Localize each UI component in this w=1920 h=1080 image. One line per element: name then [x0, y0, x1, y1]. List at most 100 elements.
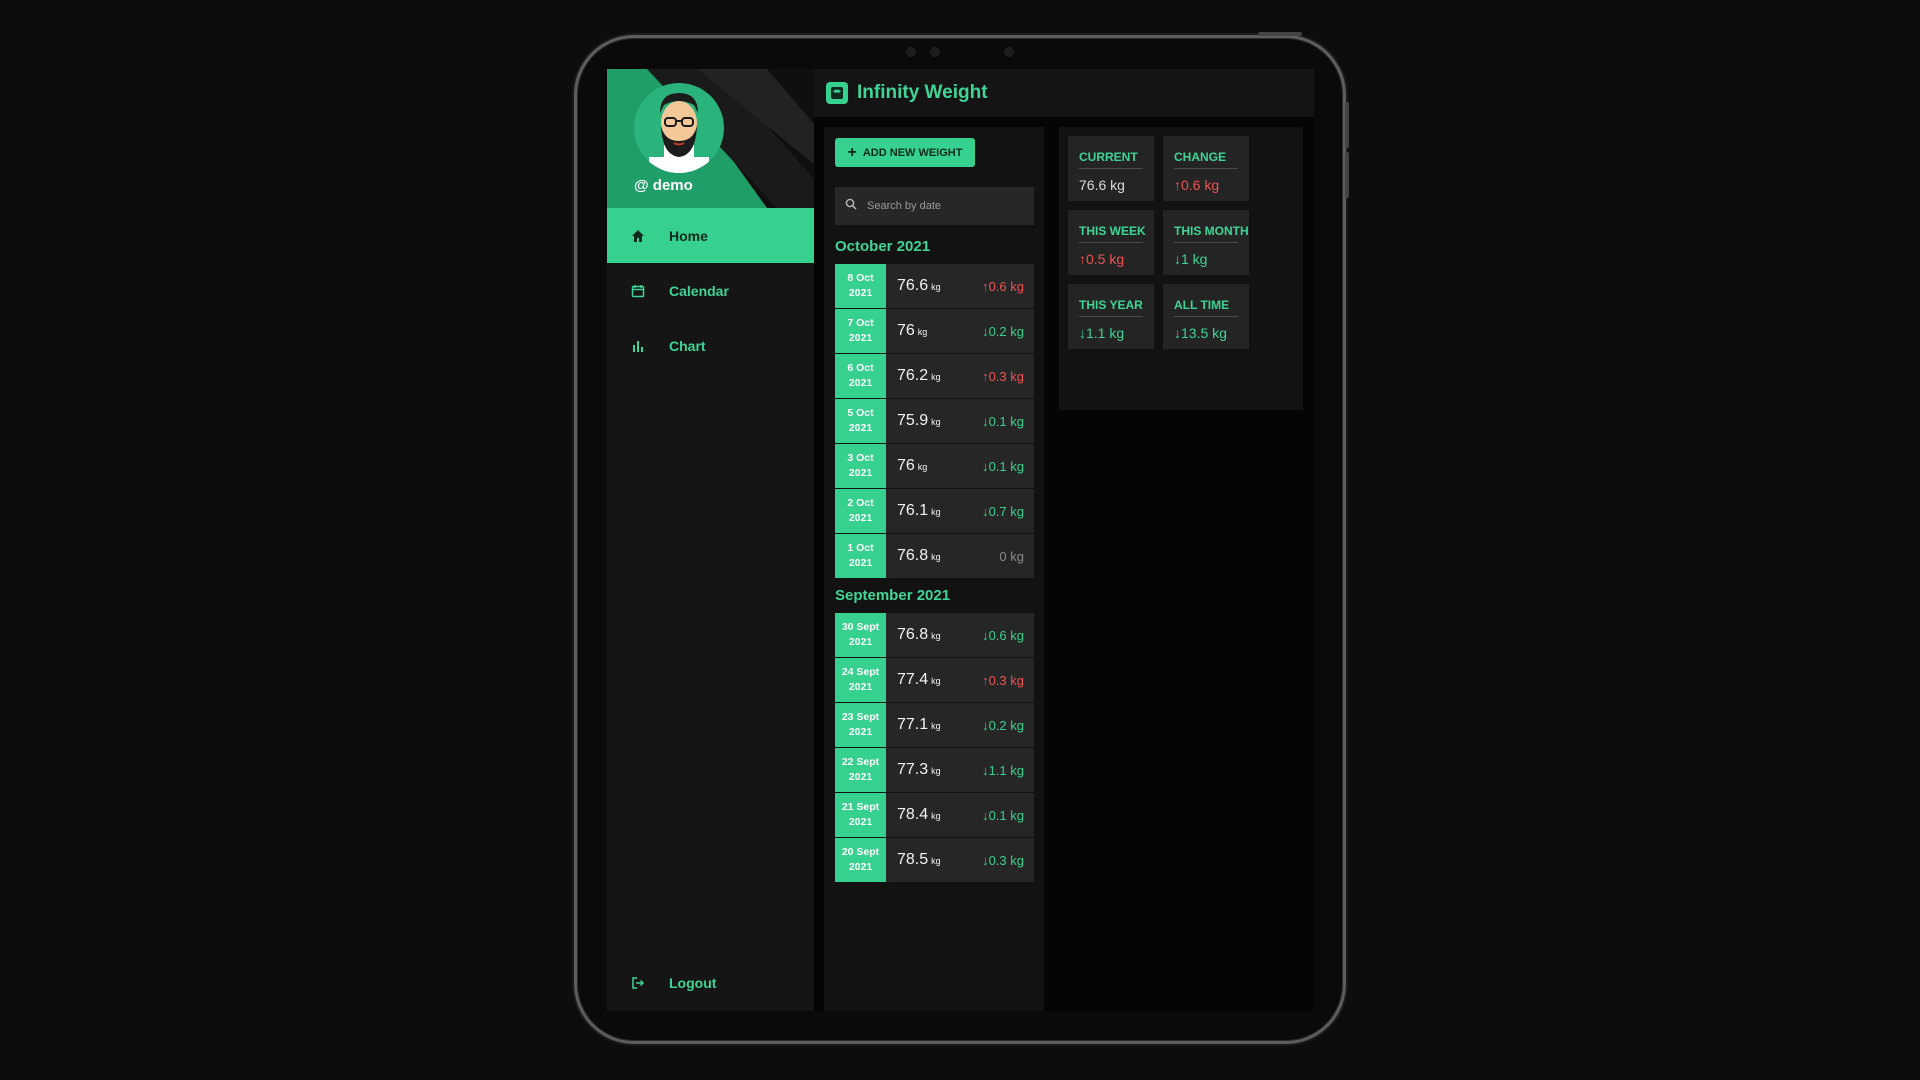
entry-day: 21 Sept: [841, 801, 880, 813]
stat-value-text: 1 kg: [1181, 251, 1208, 267]
weight-entry[interactable]: 3 Oct 2021 76 kg ↓0.1 kg: [835, 444, 1034, 488]
entry-day: 20 Sept: [841, 846, 880, 858]
tablet-volume-up-button: [1345, 102, 1349, 148]
entry-weight-value: 76.8: [897, 626, 929, 643]
entry-day: 24 Sept: [841, 666, 880, 678]
stat-value-text: 0.5 kg: [1086, 251, 1125, 267]
weight-entry[interactable]: 6 Oct 2021 76.2 kg ↑0.3 kg: [835, 354, 1034, 398]
entry-day: 8 Oct: [847, 272, 874, 284]
entry-change-value: 1.1 kg: [988, 762, 1024, 778]
entry-weight-unit: kg: [917, 327, 928, 337]
entry-weight: 78.5 kg: [897, 851, 957, 869]
entry-weight-value: 77.4: [897, 671, 929, 688]
weight-entry[interactable]: 22 Sept 2021 77.3 kg ↓1.1 kg: [835, 748, 1034, 792]
entry-change: ↓0.1 kg: [982, 414, 1024, 429]
search-input[interactable]: [865, 199, 1019, 213]
stat-value: 76.6 kg: [1079, 177, 1125, 193]
stat-value: ↑0.5 kg: [1079, 251, 1124, 267]
weight-entry[interactable]: 23 Sept 2021 77.1 kg ↓0.2 kg: [835, 703, 1034, 747]
logout-icon: [629, 974, 647, 992]
weight-entry[interactable]: 8 Oct 2021 76.6 kg ↑0.6 kg: [835, 264, 1034, 308]
sidebar: @ demo Home Calendar Chart Logout: [607, 69, 814, 1011]
entry-weight: 76 kg: [897, 322, 957, 340]
entry-weight: 76.8 kg: [897, 547, 957, 565]
entry-weight: 77.4 kg: [897, 671, 957, 689]
entry-date-badge: 7 Oct 2021: [835, 309, 886, 353]
stat-label: THIS YEAR: [1079, 298, 1143, 312]
entry-year: 2021: [848, 636, 873, 648]
calendar-icon: [629, 282, 647, 300]
arrow-up-icon: ↑: [1174, 177, 1181, 193]
profile-header: @ demo: [607, 69, 814, 208]
camera-sensor: [1004, 47, 1014, 57]
stat-value: ↓13.5 kg: [1174, 325, 1227, 341]
entry-date-badge: 30 Sept 2021: [835, 613, 886, 657]
entry-weight-unit: kg: [931, 372, 941, 382]
home-icon: [629, 227, 647, 245]
entry-date-badge: 8 Oct 2021: [835, 264, 886, 308]
stat-value-text: 1.1 kg: [1086, 325, 1125, 341]
entry-change-value: 0.1 kg: [988, 458, 1024, 474]
stat-divider: [1174, 242, 1238, 243]
weight-entry[interactable]: 2 Oct 2021 76.1 kg ↓0.7 kg: [835, 489, 1034, 533]
entry-date-badge: 6 Oct 2021: [835, 354, 886, 398]
stat-divider: [1174, 316, 1238, 317]
nav-item-home[interactable]: Home: [607, 208, 814, 263]
entry-change-value: 0.3 kg: [988, 368, 1024, 384]
entry-change: ↓0.1 kg: [982, 808, 1024, 823]
entry-weight-value: 76.2: [897, 367, 929, 384]
entry-weight: 76 kg: [897, 457, 957, 475]
entry-year: 2021: [848, 332, 873, 344]
stat-value-text: 13.5 kg: [1181, 325, 1227, 341]
weight-entry[interactable]: 20 Sept 2021 78.5 kg ↓0.3 kg: [835, 838, 1034, 882]
nav-item-chart[interactable]: Chart: [607, 318, 814, 373]
entry-weight-value: 77.1: [897, 716, 929, 733]
entry-change: ↓0.2 kg: [982, 718, 1024, 733]
weight-entry[interactable]: 7 Oct 2021 76 kg ↓0.2 kg: [835, 309, 1034, 353]
arrow-down-icon: ↓: [1174, 325, 1181, 341]
entry-weight: 77.1 kg: [897, 716, 957, 734]
camera-sensor: [906, 47, 916, 57]
entry-date-badge: 23 Sept 2021: [835, 703, 886, 747]
entry-year: 2021: [848, 861, 873, 873]
month-heading: September 2021: [835, 587, 951, 604]
nav-item-label: Calendar: [669, 282, 729, 299]
entry-date-badge: 22 Sept 2021: [835, 748, 886, 792]
entry-change-value: 0.2 kg: [988, 717, 1024, 733]
app-screen: @ demo Home Calendar Chart Logout Infini…: [607, 69, 1314, 1011]
avatar[interactable]: [634, 83, 724, 173]
weight-entry[interactable]: 1 Oct 2021 76.8 kg 0 kg: [835, 534, 1034, 578]
entry-day: 30 Sept: [841, 621, 880, 633]
stat-divider: [1079, 242, 1143, 243]
logout-button[interactable]: Logout: [607, 955, 814, 1010]
entry-weight-unit: kg: [931, 766, 941, 776]
entry-change: ↓0.1 kg: [982, 459, 1024, 474]
weight-entry[interactable]: 5 Oct 2021 75.9 kg ↓0.1 kg: [835, 399, 1034, 443]
weight-entry[interactable]: 24 Sept 2021 77.4 kg ↑0.3 kg: [835, 658, 1034, 702]
stat-label: THIS MONTH: [1174, 224, 1249, 238]
entry-weight-unit: kg: [917, 462, 928, 472]
entry-date-badge: 24 Sept 2021: [835, 658, 886, 702]
stat-value-text: 0.6 kg: [1181, 177, 1220, 193]
entry-change-value: 0.1 kg: [988, 413, 1024, 429]
weight-entry[interactable]: 30 Sept 2021 76.8 kg ↓0.6 kg: [835, 613, 1034, 657]
month-heading: October 2021: [835, 238, 931, 255]
stat-card: THIS MONTH ↓1 kg: [1163, 210, 1249, 275]
tablet-volume-down-button: [1345, 152, 1349, 198]
entry-weight-unit: kg: [931, 552, 941, 562]
entry-weight-unit: kg: [931, 507, 941, 517]
scale-icon: [826, 82, 848, 104]
stat-value-text: 76.6 kg: [1079, 177, 1125, 193]
weight-entry[interactable]: 21 Sept 2021 78.4 kg ↓0.1 kg: [835, 793, 1034, 837]
entry-year: 2021: [848, 467, 873, 479]
entry-year: 2021: [848, 377, 873, 389]
entry-day: 5 Oct: [847, 407, 874, 419]
nav-item-calendar[interactable]: Calendar: [607, 263, 814, 318]
entry-day: 1 Oct: [847, 542, 874, 554]
entry-change-value: 0 kg: [999, 548, 1024, 564]
entry-change-value: 0.3 kg: [988, 852, 1024, 868]
add-new-weight-button[interactable]: + ADD NEW WEIGHT: [835, 138, 975, 167]
entry-weight-unit: kg: [931, 811, 941, 821]
entry-year: 2021: [848, 287, 873, 299]
entry-weight-value: 76: [897, 457, 915, 474]
